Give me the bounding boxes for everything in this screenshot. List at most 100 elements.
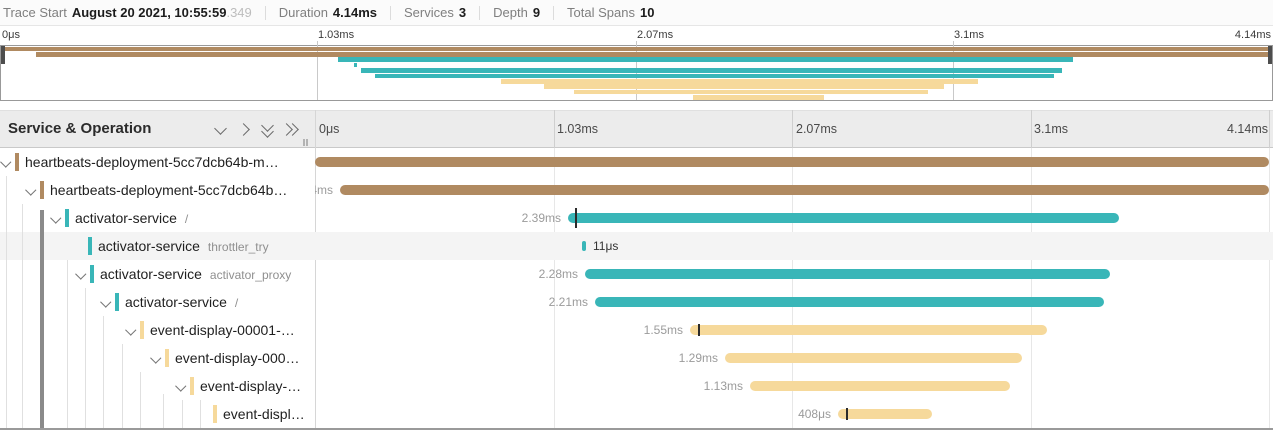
summary-separator (390, 6, 391, 20)
span-duration-bar[interactable] (568, 213, 1119, 223)
column-resizer-grip[interactable] (306, 139, 308, 146)
service-color-block (115, 293, 119, 311)
service-color-block (140, 321, 144, 339)
minimap-span-bar (361, 68, 1062, 73)
span-name: activator-service/ (75, 204, 188, 232)
table-row[interactable]: heartbeats-deployment-5cc7dcb64b… 4.04ms (0, 176, 1273, 204)
summary-item-label: Services (404, 5, 454, 20)
minimap-span-bar (354, 63, 357, 68)
ruler-tick-label: 4.14ms (1235, 29, 1271, 41)
tree-guide-line (182, 400, 183, 428)
service-color-block (65, 209, 69, 227)
span-timeline-cell: 2.21ms (315, 288, 1273, 316)
span-duration-bar[interactable] (725, 353, 1022, 363)
tree-guide-line (122, 344, 123, 428)
summary-separator (479, 6, 480, 20)
span-duration-bar[interactable] (340, 185, 1269, 195)
row-expand-chevron-icon[interactable] (150, 352, 161, 363)
timeline-header-tick-label: 2.07ms (796, 111, 837, 147)
span-duration-bar[interactable] (582, 241, 586, 251)
double-chevron-down-icon[interactable] (259, 121, 277, 139)
span-duration-bar[interactable] (750, 381, 1010, 391)
timeline-minimap[interactable] (0, 45, 1273, 101)
span-duration-bar[interactable] (585, 269, 1110, 279)
span-duration-bar[interactable] (315, 157, 1269, 167)
span-duration-bar[interactable] (595, 297, 1104, 307)
span-name-cell: event-display-00001-… (0, 316, 315, 344)
span-timeline-cell: 4.04ms (315, 176, 1273, 204)
table-row[interactable]: activator-service/2.39ms (0, 204, 1273, 232)
table-row[interactable]: event-display-00001-… 1.55ms (0, 316, 1273, 344)
row-expand-chevron-icon[interactable] (0, 156, 11, 167)
table-bottom-edge (0, 428, 1273, 430)
timeline-gridline (554, 110, 555, 148)
row-expand-chevron-icon[interactable] (25, 184, 36, 195)
timeline-header-tick-label: 1.03ms (557, 111, 598, 147)
chevron-glyph (214, 122, 227, 135)
span-name-cell: heartbeats-deployment-5cc7dcb64b-m… (0, 148, 315, 176)
table-row[interactable]: event-displ… 408μs (0, 400, 1273, 428)
table-row[interactable]: activator-service/2.21ms (0, 288, 1273, 316)
summary-item-value: 3 (459, 5, 466, 20)
service-name-label: heartbeats-deployment-5cc7dcb64b… (50, 182, 287, 198)
minimap-span-bar (36, 52, 1272, 57)
row-expand-chevron-icon[interactable] (125, 324, 136, 335)
summary-item: Depth9 (493, 5, 540, 20)
span-name-cell: event-display-000… (0, 344, 315, 372)
tree-guide-line (103, 316, 104, 428)
span-duration-label: 1.13ms (704, 372, 743, 400)
table-row[interactable]: event-display-… 1.13ms (0, 372, 1273, 400)
row-expand-chevron-icon[interactable] (50, 212, 61, 223)
trace-summary-bar: Trace StartAugust 20 2021, 10:55:59.349D… (0, 0, 1273, 26)
summary-separator (265, 6, 266, 20)
service-color-block (190, 377, 194, 395)
span-name-cell: event-displ… (0, 400, 315, 428)
operation-name-label: throttler_try (208, 240, 269, 254)
summary-item: Services 3 (404, 5, 466, 20)
table-row[interactable]: activator-serviceactivator_proxy2.28ms (0, 260, 1273, 288)
minimap-span-bar (574, 90, 928, 95)
span-duration-label: 2.21ms (549, 288, 588, 316)
minimap-span-bar (338, 57, 1073, 62)
operation-name-label: / (235, 296, 238, 310)
row-expand-chevron-icon[interactable] (175, 380, 186, 391)
minimap-scrubber-handle-right[interactable] (1268, 46, 1272, 64)
span-name: heartbeats-deployment-5cc7dcb64b-m… (25, 148, 279, 176)
span-duration-bar[interactable] (690, 325, 1047, 335)
span-duration-label: 1.55ms (644, 316, 683, 344)
minimap-span-bar (1, 47, 1272, 52)
span-timeline-cell: 408μs (315, 400, 1273, 428)
table-row[interactable]: heartbeats-deployment-5cc7dcb64b-m…4.14m… (0, 148, 1273, 176)
summary-item: Duration4.14ms (279, 5, 377, 20)
table-row[interactable]: event-display-000… 1.29ms (0, 344, 1273, 372)
span-name: event-displ… (223, 400, 305, 428)
table-row[interactable]: activator-servicethrottler_try11μs (0, 232, 1273, 260)
span-name: event-display-… (200, 372, 301, 400)
minimap-span-bar (544, 84, 944, 89)
ruler-tick-label: 0μs (2, 29, 20, 41)
span-timeline-cell: 2.28ms (315, 260, 1273, 288)
chevron-down-icon[interactable] (212, 121, 230, 139)
span-name: event-display-000… (175, 344, 300, 372)
chevron-right-icon[interactable] (236, 121, 254, 139)
span-timeline-cell: 1.13ms (315, 372, 1273, 400)
service-color-block (165, 349, 169, 367)
span-duration-label: 4.04ms (315, 176, 333, 204)
span-timeline-cell: 1.29ms (315, 344, 1273, 372)
row-expand-chevron-icon[interactable] (75, 268, 86, 279)
row-expand-chevron-icon[interactable] (100, 296, 111, 307)
service-name-label: activator-service (75, 210, 177, 226)
minimap-scrubber-handle-left[interactable] (1, 46, 5, 64)
operation-name-label: activator_proxy (210, 268, 291, 282)
summary-item-value-fraction: .349 (226, 5, 251, 20)
column-resizer-grip[interactable] (303, 139, 305, 146)
timeline-header-tick-label: 0μs (319, 111, 339, 147)
summary-item-value: 10 (640, 5, 654, 20)
summary-item-value: 9 (533, 5, 540, 20)
service-name-label: activator-service (98, 238, 200, 254)
double-chevron-right-icon[interactable] (282, 121, 300, 139)
span-duration-bar[interactable] (838, 409, 932, 419)
timeline-gridline (1269, 110, 1270, 148)
span-name-cell: activator-service/ (0, 288, 315, 316)
service-name-label: heartbeats-deployment-5cc7dcb64b-m… (25, 154, 279, 170)
